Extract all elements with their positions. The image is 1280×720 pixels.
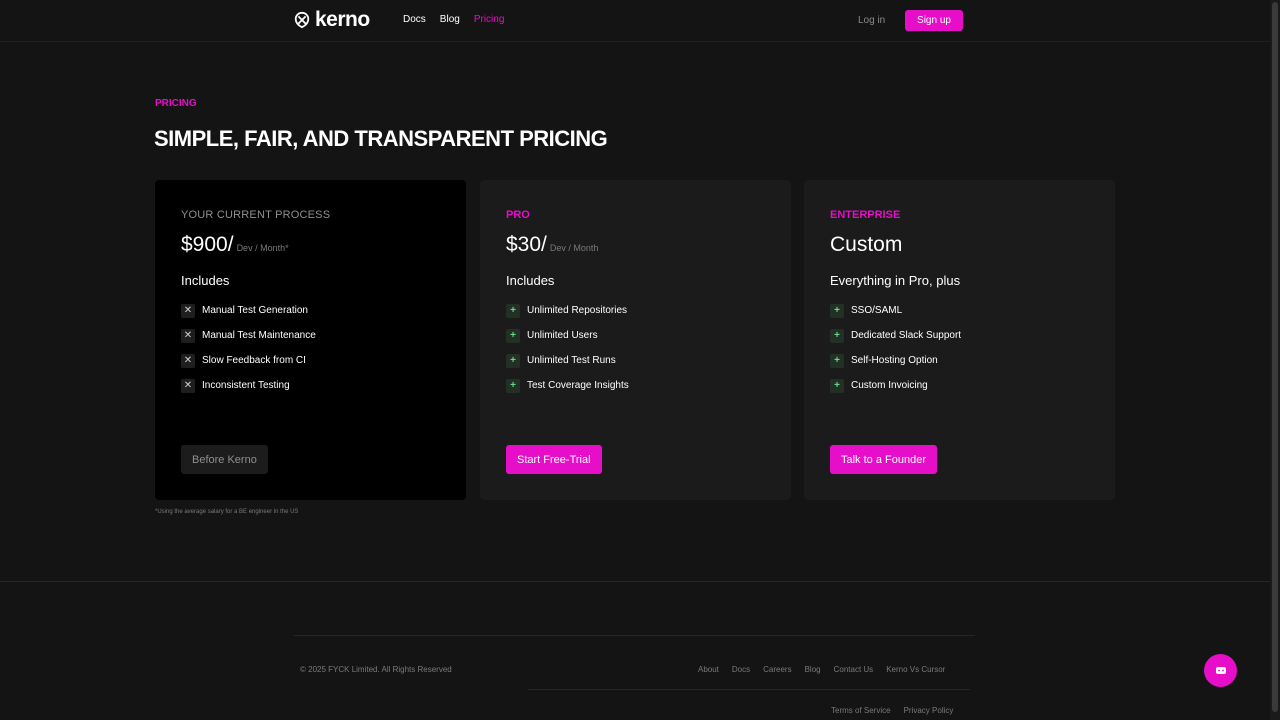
plus-icon: + [506,303,520,318]
site-footer: © 2025 FYCK Limited. All Rights Reserved… [0,581,1270,720]
logo-text: kerno [315,8,370,31]
includes-label: Everything in Pro, plus [830,273,961,288]
cross-icon: ✕ [181,303,195,318]
nav-pricing[interactable]: Pricing [474,14,505,25]
feature-item: + Unlimited Users [506,323,629,348]
feature-label: Manual Test Generation [202,305,308,316]
plan-name: PRO [506,209,530,221]
start-free-trial-button[interactable]: Start Free-Trial [506,445,602,474]
footer-link-kerno-vs-cursor[interactable]: Kerno Vs Cursor [886,665,945,674]
plan-name: YOUR CURRENT PROCESS [181,209,331,221]
price-value: $900/ [181,233,234,256]
nav-blog[interactable]: Blog [440,14,460,25]
price-value: Custom [830,233,903,256]
feature-label: Unlimited Repositories [527,305,628,316]
plus-icon: + [830,303,844,318]
feature-label: Slow Feedback from CI [202,355,306,366]
footer-link-contact[interactable]: Contact Us [834,665,874,674]
copyright-text: © 2025 FYCK Limited. All Rights Reserved [300,665,452,674]
feature-item: + SSO/SAML [830,298,961,323]
feature-item: + Dedicated Slack Support [830,323,961,348]
feature-item: + Unlimited Test Runs [506,348,629,373]
feature-label: Test Coverage Insights [527,380,629,391]
legal-links: Terms of Service Privacy Policy [831,706,953,715]
feature-item: + Unlimited Repositories [506,298,629,323]
main-nav: Docs Blog Pricing [403,14,504,25]
feature-item: ✕ Manual Test Maintenance [181,323,316,348]
includes-label: Includes [181,273,230,288]
talk-to-founder-button[interactable]: Talk to a Founder [830,445,937,474]
footer-link-docs[interactable]: Docs [732,665,750,674]
plan-card-pro: PRO $30/ Dev / Month Includes + Unlimited… [480,180,791,500]
pricing-footnote: *Using the average salary for a BE engin… [155,509,299,515]
feature-item: ✕ Slow Feedback from CI [181,348,316,373]
plan-price: Custom [830,233,902,257]
chat-icon [1215,666,1226,674]
plus-icon: + [830,378,844,393]
kerno-logo-icon [294,11,310,29]
signup-button[interactable]: Sign up [905,10,963,31]
price-unit: Dev / Month [549,243,599,253]
price-unit: Dev / Month* [236,243,289,253]
plan-card-current: YOUR CURRENT PROCESS $900/ Dev / Month* … [155,180,466,500]
footer-divider [528,689,970,690]
plus-icon: + [830,328,844,343]
feature-label: Manual Test Maintenance [202,330,316,341]
footer-divider [294,635,975,636]
plus-icon: + [506,353,520,368]
cross-icon: ✕ [181,328,195,343]
plan-card-enterprise: ENTERPRISE Custom Everything in Pro, plu… [804,180,1115,500]
includes-label: Includes [506,273,555,288]
feature-item: + Custom Invoicing [830,373,961,398]
footer-link-careers[interactable]: Careers [763,665,791,674]
page-scrollbar[interactable] [1270,0,1280,720]
feature-item: + Test Coverage Insights [506,373,629,398]
feature-list: ✕ Manual Test Generation ✕ Manual Test Mai… [181,298,316,398]
plus-icon: + [506,378,520,393]
feature-item: + Self-Hosting Option [830,348,961,373]
privacy-link[interactable]: Privacy Policy [904,706,954,715]
plus-icon: + [506,328,520,343]
cross-icon: ✕ [181,378,195,393]
price-value: $30/ [506,233,547,256]
site-header: kerno Docs Blog Pricing Log in Sign up [0,0,1270,42]
feature-label: Dedicated Slack Support [851,330,962,341]
feature-item: ✕ Inconsistent Testing [181,373,316,398]
footer-link-blog[interactable]: Blog [805,665,821,674]
feature-list: + Unlimited Repositories + Unlimited Users… [506,298,629,398]
feature-label: Inconsistent Testing [202,380,290,391]
feature-label: Unlimited Test Runs [527,355,616,366]
plan-name: ENTERPRISE [830,209,901,221]
feature-label: Custom Invoicing [851,380,928,391]
scrollbar-thumb[interactable] [1272,2,1278,712]
chat-button[interactable] [1204,654,1237,687]
section-eyebrow: PRICING [155,98,197,109]
before-kerno-button[interactable]: Before Kerno [181,445,268,474]
feature-label: Self-Hosting Option [851,355,938,366]
cross-icon: ✕ [181,353,195,368]
page-title: SIMPLE, FAIR, AND TRANSPARENT PRICING [154,126,608,151]
feature-item: ✕ Manual Test Generation [181,298,316,323]
plan-price: $30/ Dev / Month [506,233,598,257]
nav-docs[interactable]: Docs [403,14,426,25]
login-link[interactable]: Log in [858,15,885,26]
plus-icon: + [830,353,844,368]
plan-price: $900/ Dev / Month* [181,233,289,257]
terms-link[interactable]: Terms of Service [831,706,891,715]
logo[interactable]: kerno [293,8,370,31]
footer-link-about[interactable]: About [698,665,719,674]
feature-label: SSO/SAML [851,305,903,316]
feature-label: Unlimited Users [527,330,598,341]
footer-links: About Docs Careers Blog Contact Us Kerno… [698,665,945,674]
feature-list: + SSO/SAML + Dedicated Slack Support + Self… [830,298,961,398]
